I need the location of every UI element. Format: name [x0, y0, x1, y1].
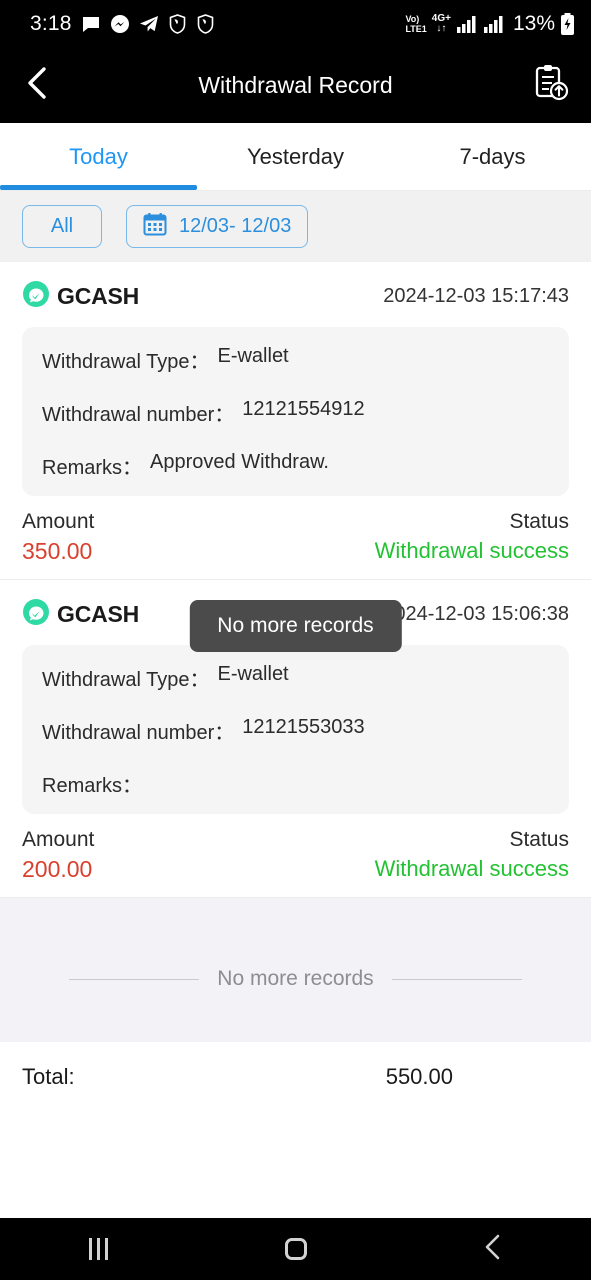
- status-label: Status: [509, 510, 569, 533]
- app-header: Withdrawal Record: [0, 48, 591, 123]
- record-status-block: Status Withdrawal success: [375, 828, 569, 883]
- record-amount-block: Amount 200.00: [22, 828, 94, 883]
- toast-label: No more records: [217, 614, 374, 637]
- amount-label: Amount: [22, 828, 95, 851]
- withdrawal-type-label: Withdrawal Type：: [42, 351, 210, 373]
- volte-line-1: Vo): [405, 14, 420, 24]
- record-timestamp: 2024-12-03 15:06:38: [383, 603, 569, 625]
- signal-bars-icon: [483, 15, 505, 33]
- status-value: Withdrawal success: [374, 856, 569, 881]
- withdrawal-record-list: GCASH 2024-12-03 15:17:43 Withdrawal Typ…: [0, 262, 591, 1112]
- remarks-label: Remarks：: [42, 775, 143, 797]
- network-type-indicator: 4G+ ↓↑: [432, 14, 451, 34]
- date-range-label: 12/03- 12/03: [179, 215, 292, 237]
- detail-row-type: Withdrawal Type： E-wallet: [42, 663, 549, 692]
- withdrawal-type-value: E-wallet: [217, 663, 289, 685]
- shield-icon: [196, 14, 215, 34]
- withdrawal-number-label: Withdrawal number：: [42, 404, 235, 426]
- record-status-block: Status Withdrawal success: [375, 510, 569, 565]
- record-header: GCASH 2024-12-03 15:17:43: [22, 280, 569, 313]
- total-label: Total:: [22, 1064, 75, 1089]
- tab-yesterday-label: Yesterday: [246, 143, 345, 169]
- gcash-logo-icon: [22, 598, 50, 631]
- record-brand: GCASH: [22, 280, 139, 313]
- amount-value: 200.00: [22, 856, 93, 882]
- tab-today[interactable]: Today: [0, 123, 197, 190]
- amount-value: 350.00: [22, 538, 93, 564]
- record-brand-name: GCASH: [57, 283, 140, 309]
- period-tabs: Today Yesterday 7-days: [0, 123, 591, 191]
- withdrawal-number-value: 12121554912: [242, 398, 365, 420]
- nav-back-button[interactable]: [458, 1218, 528, 1280]
- filter-all-chip[interactable]: All: [22, 205, 102, 248]
- record-brand-name: GCASH: [57, 601, 140, 627]
- message-bubble-icon: [81, 14, 101, 34]
- total-row: Total: 550.00: [0, 1042, 591, 1112]
- divider-line-right: [391, 978, 522, 980]
- nav-recents-button[interactable]: [64, 1218, 134, 1280]
- toast-message: No more records: [189, 600, 402, 652]
- withdrawal-number-value: 12121553033: [242, 716, 365, 738]
- divider-line-left: [69, 978, 200, 980]
- recents-icon: [89, 1238, 108, 1260]
- tab-7-days[interactable]: 7-days: [394, 123, 591, 190]
- withdrawal-number-label: Withdrawal number：: [42, 722, 235, 744]
- phone-screen: 3:18 Vo) LTE1 4G+ ↓↑ 13% Withdrawal Reco…: [0, 0, 591, 1280]
- filter-all-label: All: [50, 215, 74, 237]
- remarks-label: Remarks：: [42, 457, 143, 479]
- record-detail-card: Withdrawal Type： E-wallet Withdrawal num…: [22, 327, 569, 496]
- page-title: Withdrawal Record: [198, 72, 393, 98]
- detail-row-number: Withdrawal number： 12121553033: [42, 716, 549, 745]
- list-end-inner: No more records: [69, 949, 522, 991]
- record-timestamp: 2024-12-03 15:17:43: [383, 285, 569, 307]
- clipboard-upload-icon: [533, 64, 569, 107]
- status-bar-right: Vo) LTE1 4G+ ↓↑ 13%: [405, 12, 575, 36]
- battery-percent-label: 13%: [512, 12, 555, 35]
- data-arrows-icon: ↓↑: [436, 23, 447, 34]
- gcash-logo-icon: [22, 280, 50, 313]
- tab-yesterday[interactable]: Yesterday: [197, 123, 394, 190]
- shield-icon: [168, 14, 187, 34]
- detail-row-remarks: Remarks： Approved Withdraw.: [42, 451, 549, 480]
- messenger-icon: [110, 14, 130, 34]
- back-button[interactable]: [24, 66, 50, 105]
- remarks-value: Approved Withdraw.: [150, 451, 329, 473]
- telegram-icon: [139, 14, 159, 34]
- withdrawal-type-value: E-wallet: [217, 345, 289, 367]
- record-amount-status-row: Amount 200.00 Status Withdrawal success: [22, 828, 569, 883]
- chevron-left-icon: [24, 66, 50, 105]
- date-range-chip[interactable]: 12/03- 12/03: [126, 205, 309, 248]
- calendar-icon: [143, 212, 167, 242]
- status-bar: 3:18 Vo) LTE1 4G+ ↓↑ 13%: [0, 0, 591, 48]
- detail-row-type: Withdrawal Type： E-wallet: [42, 345, 549, 374]
- total-value: 550.00: [385, 1064, 453, 1089]
- home-icon: [284, 1238, 307, 1260]
- record-amount-block: Amount 350.00: [22, 510, 94, 565]
- nav-home-button[interactable]: [261, 1218, 331, 1280]
- volte-line-2: LTE1: [405, 24, 427, 34]
- filter-bar: All 12/03- 12/03: [0, 191, 591, 262]
- record-amount-status-row: Amount 350.00 Status Withdrawal success: [22, 510, 569, 565]
- withdrawal-type-label: Withdrawal Type：: [42, 669, 210, 691]
- list-end-footer: No more records: [0, 897, 591, 1042]
- battery-charging-icon: [560, 13, 575, 35]
- record-brand: GCASH: [22, 598, 139, 631]
- no-more-records-label: No more records: [217, 967, 374, 990]
- status-clock: 3:18: [30, 12, 72, 35]
- signal-bars-icon: [456, 15, 478, 33]
- withdrawal-record-item[interactable]: GCASH 2024-12-03 15:17:43 Withdrawal Typ…: [0, 262, 591, 579]
- record-detail-card: Withdrawal Type： E-wallet Withdrawal num…: [22, 645, 569, 814]
- amount-label: Amount: [22, 510, 95, 533]
- tab-today-label: Today: [69, 143, 128, 169]
- status-label: Status: [509, 828, 569, 851]
- tab-7-days-label: 7-days: [459, 143, 526, 169]
- record-export-button[interactable]: [533, 64, 569, 107]
- detail-row-number: Withdrawal number： 12121554912: [42, 398, 549, 427]
- status-bar-left: 3:18: [30, 12, 215, 36]
- detail-row-remarks: Remarks：: [42, 769, 549, 798]
- nav-back-icon: [483, 1233, 503, 1266]
- status-value: Withdrawal success: [374, 538, 569, 563]
- volte-indicator: Vo) LTE1: [405, 14, 426, 34]
- system-nav-bar: [0, 1218, 591, 1280]
